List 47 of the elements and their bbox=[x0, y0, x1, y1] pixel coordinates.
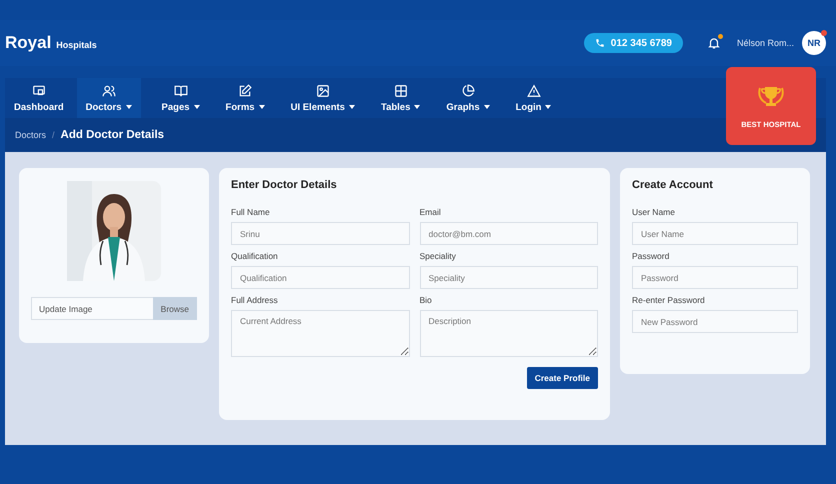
nav-tab[interactable]: UI Elements bbox=[282, 78, 364, 118]
warning-icon bbox=[526, 84, 541, 98]
input-field[interactable]: Speciality bbox=[420, 266, 598, 289]
input-field[interactable]: User Name bbox=[632, 222, 798, 245]
field-label: Full Name bbox=[231, 207, 271, 217]
card-title: Create Account bbox=[632, 179, 714, 191]
nav-tab[interactable]: Doctors bbox=[76, 78, 141, 118]
nav-tab[interactable]: Login bbox=[506, 78, 560, 118]
nav-tab[interactable]: Tables bbox=[372, 78, 430, 118]
user-avatar[interactable]: NR bbox=[802, 31, 826, 55]
field-label: Password bbox=[632, 251, 670, 261]
field-label: Email bbox=[420, 207, 442, 217]
file-field[interactable]: Update Image bbox=[31, 297, 153, 320]
field-label: Bio bbox=[420, 295, 433, 305]
input-field[interactable]: Qualification bbox=[231, 266, 410, 289]
phone-icon bbox=[594, 38, 605, 48]
field-label: Full Address bbox=[231, 295, 279, 305]
create-profile-button[interactable]: Create Profile bbox=[526, 367, 598, 389]
input-field[interactable]: New Password bbox=[632, 310, 798, 333]
nav-tab[interactable]: Graphs bbox=[437, 78, 499, 118]
page-title: Add Doctor Details bbox=[60, 129, 164, 141]
users-icon bbox=[102, 84, 116, 98]
nav-tab[interactable]: Forms bbox=[216, 78, 274, 118]
breadcrumb-separator: / bbox=[52, 130, 55, 140]
grid-icon bbox=[394, 84, 408, 98]
nav-tab[interactable]: Dashboard bbox=[5, 78, 73, 118]
user-name[interactable]: Nélson Rom... bbox=[736, 38, 794, 48]
input-field[interactable]: Password bbox=[632, 266, 798, 289]
breadcrumb-link[interactable]: Doctors bbox=[15, 130, 46, 140]
text-area[interactable]: Description bbox=[420, 310, 598, 357]
field-label: User Name bbox=[632, 207, 676, 217]
card-title: Enter Doctor Details bbox=[231, 179, 338, 191]
browse-button[interactable]: Browse bbox=[152, 297, 197, 320]
field-label: Speciality bbox=[420, 251, 457, 261]
edit-icon bbox=[238, 84, 252, 98]
image-icon bbox=[316, 84, 330, 98]
input-field[interactable]: doctor@bm.com bbox=[420, 222, 598, 245]
input-field[interactable]: Srinu bbox=[231, 222, 410, 245]
book-icon bbox=[174, 84, 188, 98]
nav-tab[interactable]: Pages bbox=[152, 78, 209, 118]
field-label: Re-enter Password bbox=[632, 295, 706, 305]
field-label: Qualification bbox=[231, 251, 279, 261]
brand-name: Royal bbox=[5, 33, 52, 53]
monitor-icon bbox=[32, 84, 46, 98]
pie-chart-icon bbox=[460, 84, 475, 98]
brand-subtitle: Hospitals bbox=[56, 40, 97, 50]
text-area[interactable]: Current Address bbox=[231, 310, 410, 357]
